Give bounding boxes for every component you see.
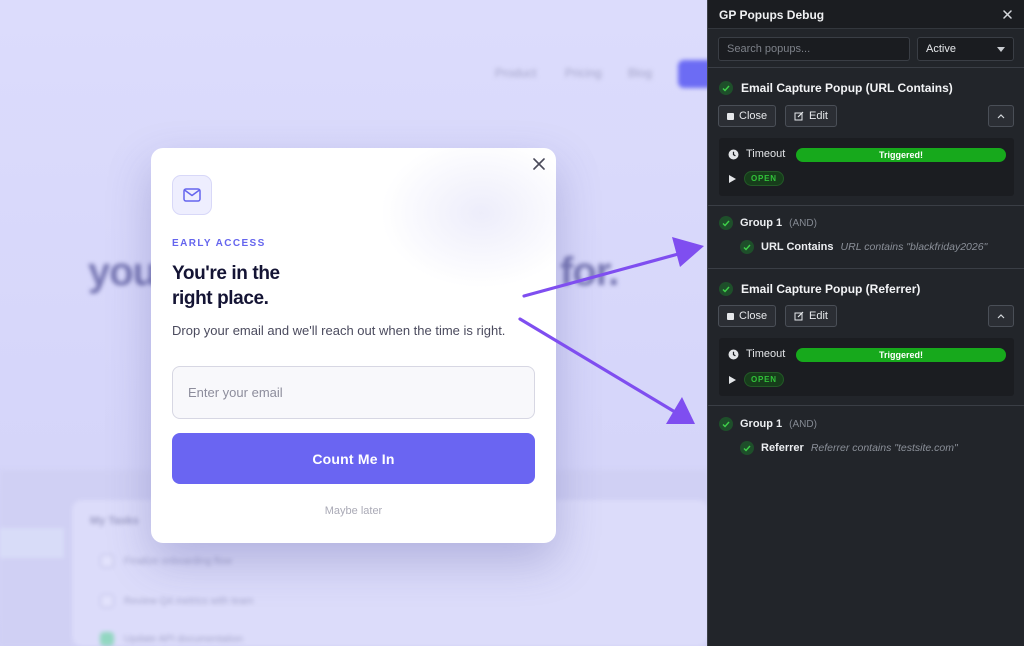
mail-icon xyxy=(183,188,201,202)
popup-close-button[interactable]: Close xyxy=(718,105,777,127)
condition-group-name: Group 1 xyxy=(740,418,783,430)
condition-row: Referrer Referrer contains "testsite.com… xyxy=(740,441,958,455)
play-icon xyxy=(729,174,736,183)
trigger-row: Timeout xyxy=(728,348,785,360)
check-circle-icon xyxy=(740,240,754,254)
bg-nav-link-pricing: Pricing xyxy=(565,66,602,80)
state-row: OPEN xyxy=(728,372,784,387)
popup-edit-button[interactable]: Edit xyxy=(785,105,837,127)
divider xyxy=(708,67,1024,68)
bg-task-item: Finalize onboarding flow xyxy=(100,554,232,568)
email-input[interactable] xyxy=(172,366,535,419)
popup-close-label: Close xyxy=(739,310,768,322)
condition-name: Referrer xyxy=(761,442,804,454)
debug-panel-title: GP Popups Debug xyxy=(719,8,825,22)
check-circle-icon xyxy=(719,417,733,431)
close-icon xyxy=(1002,9,1012,19)
modal-headline: You're in the right place. xyxy=(172,261,280,311)
bg-task-item: Review Q4 metrics with team xyxy=(100,594,253,608)
status-filter-select[interactable]: Active xyxy=(917,37,1014,61)
modal-close-button[interactable] xyxy=(529,154,549,174)
popup-title: Email Capture Popup (URL Contains) xyxy=(741,81,953,95)
condition-group-name: Group 1 xyxy=(740,217,783,229)
trigger-status-box: Timeout Triggered! OPEN xyxy=(719,338,1014,396)
check-circle-icon xyxy=(719,282,733,296)
state-row: OPEN xyxy=(728,171,784,186)
condition-description: URL contains "blackfriday2026" xyxy=(840,241,988,253)
condition-row: URL Contains URL contains "blackfriday20… xyxy=(740,240,987,254)
bg-task-checkbox xyxy=(100,594,114,608)
chevron-up-icon xyxy=(997,113,1005,118)
bg-task-item: Update API documentation xyxy=(100,632,243,646)
popup-collapse-button[interactable] xyxy=(988,105,1014,127)
condition-group-operator: (AND) xyxy=(789,217,817,229)
clock-icon xyxy=(728,149,739,159)
popup-close-label: Close xyxy=(739,110,768,122)
check-circle-icon xyxy=(719,81,733,95)
trigger-status-box: Timeout Triggered! OPEN xyxy=(719,138,1014,196)
email-capture-modal: EARLY ACCESS You're in the right place. … xyxy=(151,148,556,543)
divider xyxy=(708,205,1024,206)
modal-eyebrow: EARLY ACCESS xyxy=(172,238,266,249)
popup-entry-header: Email Capture Popup (Referrer) xyxy=(719,282,920,296)
debug-panel: GP Popups Debug Active Email Capture Pop… xyxy=(707,0,1024,646)
bg-task-label: Finalize onboarding flow xyxy=(124,555,232,567)
status-filter-value: Active xyxy=(926,43,956,55)
check-circle-icon xyxy=(740,441,754,455)
popup-close-button[interactable]: Close xyxy=(718,305,777,327)
modal-subtext: Drop your email and we'll reach out when… xyxy=(172,323,506,338)
caret-down-icon xyxy=(997,47,1005,52)
open-state-badge: OPEN xyxy=(744,372,784,387)
chevron-up-icon xyxy=(997,313,1005,318)
debug-panel-close-button[interactable] xyxy=(999,6,1015,22)
edit-icon xyxy=(794,111,804,121)
divider xyxy=(708,405,1024,406)
stop-square-icon xyxy=(727,312,734,320)
divider xyxy=(708,268,1024,269)
trigger-status-bar: Triggered! xyxy=(796,148,1006,162)
trigger-status-bar: Triggered! xyxy=(796,348,1006,362)
modal-headline-line-1: You're in the xyxy=(172,263,280,284)
popup-entry-header: Email Capture Popup (URL Contains) xyxy=(719,81,953,95)
popup-edit-label: Edit xyxy=(809,110,828,122)
play-icon xyxy=(729,375,736,384)
edit-icon xyxy=(794,311,804,321)
bg-nav-link-product: Product xyxy=(495,66,537,80)
bg-task-checkbox xyxy=(100,632,114,646)
debug-panel-header: GP Popups Debug xyxy=(708,0,1024,29)
trigger-label: Timeout xyxy=(746,148,786,160)
close-icon xyxy=(533,158,545,170)
popup-edit-label: Edit xyxy=(809,310,828,322)
check-circle-icon xyxy=(719,216,733,230)
modal-mail-badge xyxy=(172,175,212,215)
bg-tasks-title: My Tasks xyxy=(90,515,139,527)
bg-task-checkbox xyxy=(100,554,114,568)
bg-hero-right: for. xyxy=(560,250,619,294)
bg-sidebar-strip xyxy=(0,528,64,558)
search-popups-input[interactable] xyxy=(718,37,910,61)
bg-hero-left: you xyxy=(88,250,157,294)
bg-task-label: Review Q4 metrics with team xyxy=(124,595,254,607)
condition-group-header: Group 1 (AND) xyxy=(719,216,817,230)
bg-task-label: Update API documentation xyxy=(124,633,243,645)
condition-name: URL Contains xyxy=(761,241,834,253)
open-state-badge: OPEN xyxy=(744,171,784,186)
count-me-in-button[interactable]: Count Me In xyxy=(172,433,535,484)
clock-icon xyxy=(728,349,739,359)
modal-headline-line-2: right place. xyxy=(172,288,269,309)
condition-description: Referrer contains "testsite.com" xyxy=(810,442,958,454)
trigger-label: Timeout xyxy=(746,348,786,360)
bg-cta-button xyxy=(678,60,708,88)
bg-nav-link-blog: Blog xyxy=(628,66,653,80)
popup-collapse-button[interactable] xyxy=(988,305,1014,327)
maybe-later-link[interactable]: Maybe later xyxy=(151,505,556,517)
condition-group-header: Group 1 (AND) xyxy=(719,417,817,431)
popup-title: Email Capture Popup (Referrer) xyxy=(741,282,921,296)
trigger-row: Timeout xyxy=(728,148,785,160)
popup-edit-button[interactable]: Edit xyxy=(785,305,837,327)
condition-group-operator: (AND) xyxy=(789,418,817,430)
stop-square-icon xyxy=(727,112,734,120)
